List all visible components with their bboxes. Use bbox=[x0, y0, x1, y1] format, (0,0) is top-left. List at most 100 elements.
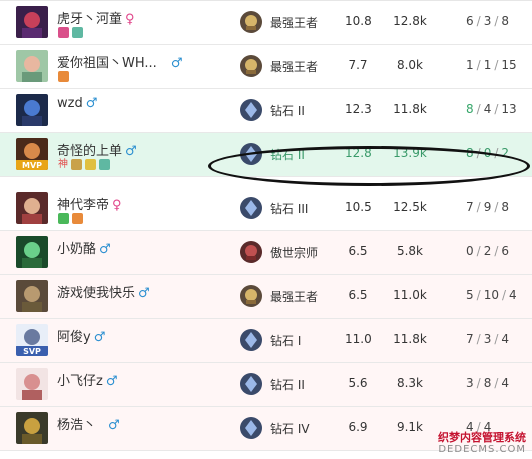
champion-avatar[interactable] bbox=[16, 236, 48, 268]
kill-death-assist: 1/1/15 bbox=[466, 58, 517, 72]
kda-value: 10.8 bbox=[345, 14, 372, 28]
tier-diamond-icon bbox=[240, 373, 262, 395]
kda-value: 12.3 bbox=[345, 102, 372, 116]
gender-icon: ♂ bbox=[93, 330, 106, 345]
fire-tag-icon bbox=[72, 213, 83, 224]
kda-value: 10.5 bbox=[345, 200, 372, 214]
watermark-title: 织梦内容管理系统 bbox=[438, 430, 526, 444]
kill-death-assist: 8/4/13 bbox=[466, 102, 517, 116]
tier-diamond-icon bbox=[240, 99, 262, 121]
damage-value: 13.9k bbox=[393, 146, 427, 160]
damage-value: 8.0k bbox=[396, 58, 424, 72]
player-row[interactable]: 小奶酪 ♂ 傲世宗师 6.5 5.8k 0/2/6 bbox=[0, 231, 532, 275]
shield-tag-icon bbox=[58, 213, 69, 224]
damage-value: 9.1k bbox=[396, 420, 424, 434]
tier-label: 最强王者 bbox=[270, 60, 319, 74]
tier-grandmaster-icon bbox=[240, 241, 262, 263]
kill-death-assist: 7/9/8 bbox=[466, 200, 510, 214]
champion-avatar[interactable] bbox=[16, 280, 48, 312]
kill-death-assist: 7/3/4 bbox=[466, 332, 510, 346]
champion-avatar[interactable] bbox=[16, 6, 48, 38]
player-name[interactable]: 杨浩丶 ♂ bbox=[57, 414, 120, 433]
damage-value: 5.8k bbox=[396, 244, 424, 258]
champion-avatar[interactable]: SVP bbox=[16, 324, 48, 356]
player-row[interactable]: wzd ♂ 钻石 II 12.3 11.8k 8/4/13 bbox=[0, 89, 532, 133]
damage-value: 8.3k bbox=[396, 376, 424, 390]
player-tags: 神 bbox=[58, 159, 110, 171]
tier-label: 钻石 III bbox=[270, 202, 309, 216]
kda-value: 12.8 bbox=[345, 146, 372, 160]
player-row[interactable]: 游戏使我快乐 ♂ 最强王者 6.5 11.0k 5/10/4 bbox=[0, 275, 532, 319]
player-tags bbox=[58, 213, 83, 225]
sword-tag-icon bbox=[71, 159, 82, 170]
damage-value: 11.8k bbox=[393, 332, 427, 346]
kda-value: 6.5 bbox=[348, 244, 368, 258]
gender-icon: ♂ bbox=[99, 242, 111, 257]
kda-value: 5.6 bbox=[348, 376, 368, 390]
kill-death-assist: 3/8/4 bbox=[466, 376, 510, 390]
gender-icon: ♂ bbox=[85, 96, 98, 111]
player-row-mvp[interactable]: MVP 奇怪的上单 ♂ 神 钻石 II 12.8 13.9k 8/0/2 bbox=[0, 133, 532, 177]
gender-icon: ♂ bbox=[125, 144, 137, 159]
tier-diamond-icon bbox=[240, 329, 262, 351]
player-name[interactable]: 爱你祖国丶WH... ♂ bbox=[57, 52, 182, 71]
player-name[interactable]: 神代李帝 ♀ bbox=[57, 194, 122, 213]
champion-avatar[interactable] bbox=[16, 368, 48, 400]
gender-icon: ♂ bbox=[105, 374, 118, 389]
player-name[interactable]: 阿俊y ♂ bbox=[57, 326, 105, 345]
player-name[interactable]: wzd ♂ bbox=[57, 96, 97, 111]
damage-value: 11.0k bbox=[393, 288, 427, 302]
player-row[interactable]: 小飞仔z ♂ 钻石 II 5.6 8.3k 3/8/4 bbox=[0, 363, 532, 407]
skull-tag-icon bbox=[58, 27, 69, 38]
tier-label: 钻石 I bbox=[270, 334, 302, 348]
hero-tag-icon bbox=[72, 27, 83, 38]
legendary-tag: 神 bbox=[58, 159, 68, 170]
tier-label: 钻石 II bbox=[270, 378, 305, 392]
player-row[interactable]: 爱你祖国丶WH... ♂ 最强王者 7.7 8.0k 1/1/15 bbox=[0, 45, 532, 89]
gold-tag-icon bbox=[85, 159, 96, 170]
kda-value: 6.5 bbox=[348, 288, 368, 302]
tier-label: 钻石 IV bbox=[270, 422, 310, 436]
champion-avatar[interactable] bbox=[16, 412, 48, 444]
player-row[interactable]: 虎牙丶河童 ♀ 最强王者 10.8 12.8k 6/3/8 bbox=[0, 1, 532, 45]
damage-value: 12.5k bbox=[393, 200, 427, 214]
kill-death-assist: 5/10/4 bbox=[466, 288, 517, 302]
fire-tag-icon bbox=[58, 71, 69, 82]
player-row[interactable]: 神代李帝 ♀ 钻石 III 10.5 12.5k 7/9/8 bbox=[0, 187, 532, 231]
tier-label: 傲世宗师 bbox=[270, 246, 319, 260]
tier-diamond-icon bbox=[240, 417, 262, 439]
kda-value: 11.0 bbox=[345, 332, 372, 346]
tier-label: 钻石 II bbox=[270, 104, 305, 118]
damage-value: 12.8k bbox=[393, 14, 427, 28]
gender-icon: ♂ bbox=[170, 56, 183, 71]
player-name[interactable]: 游戏使我快乐 ♂ bbox=[57, 282, 150, 301]
tier-label: 最强王者 bbox=[270, 16, 319, 30]
gender-icon: ♀ bbox=[112, 198, 122, 213]
player-tags bbox=[58, 27, 83, 39]
player-name[interactable]: 奇怪的上单 ♂ bbox=[57, 140, 137, 159]
kill-death-assist: 0/2/6 bbox=[466, 244, 510, 258]
gender-icon: ♀ bbox=[125, 12, 135, 27]
tier-label: 最强王者 bbox=[270, 290, 319, 304]
player-name[interactable]: 虎牙丶河童 ♀ bbox=[57, 8, 135, 27]
kda-value: 7.7 bbox=[348, 58, 368, 72]
kill-death-assist: 6/3/8 bbox=[466, 14, 510, 28]
watermark: 织梦内容管理系统 DEDECMS.COM bbox=[438, 430, 526, 455]
hero-tag-icon bbox=[99, 159, 110, 170]
gender-icon: ♂ bbox=[138, 286, 150, 301]
player-name[interactable]: 小飞仔z ♂ bbox=[57, 370, 117, 389]
player-tags bbox=[58, 71, 69, 83]
tier-master-icon bbox=[240, 11, 262, 33]
champion-avatar[interactable] bbox=[16, 192, 48, 224]
watermark-url: DEDECMS.COM bbox=[438, 444, 526, 455]
player-row[interactable]: SVP 阿俊y ♂ 钻石 I 11.0 11.8k 7/3/4 bbox=[0, 319, 532, 363]
tier-diamond-icon bbox=[240, 143, 262, 165]
tier-master-icon bbox=[240, 55, 262, 77]
champion-avatar[interactable]: MVP bbox=[16, 138, 48, 170]
player-name[interactable]: 小奶酪 ♂ bbox=[57, 238, 111, 257]
mvp-badge: MVP bbox=[16, 160, 48, 170]
champion-avatar[interactable] bbox=[16, 50, 48, 82]
champion-avatar[interactable] bbox=[16, 94, 48, 126]
kda-value: 6.9 bbox=[348, 420, 368, 434]
svp-badge: SVP bbox=[16, 346, 48, 356]
